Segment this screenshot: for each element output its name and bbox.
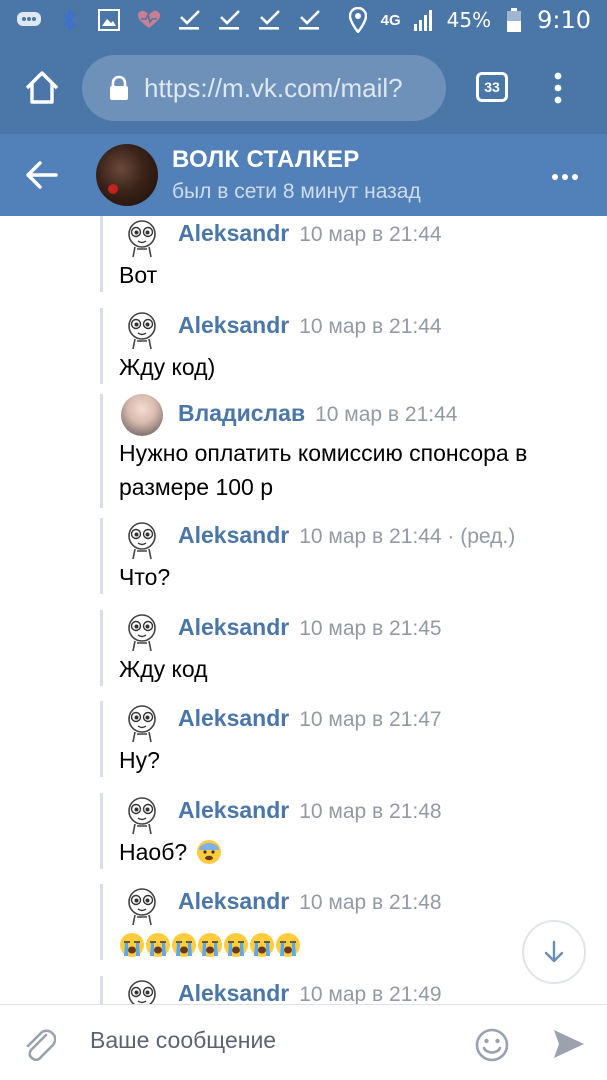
message-text: Жду код [119,656,208,682]
message-time: 10 мар в 21:44 [315,403,458,426]
girl-face-avatar[interactable] [121,394,163,436]
message: Aleksandr 10 мар в 21:44 Вот [100,216,600,292]
author-name[interactable]: Владислав [178,400,305,426]
message-input[interactable]: Ваше сообщение [90,1027,276,1054]
message-text: Нужно оплатить комиссию спонсора в разме… [119,440,528,500]
fearful-face-emoji-icon [196,840,221,864]
message: Aleksandr 10 мар в 21:44 Жду код) [100,308,600,384]
meme-face-avatar[interactable] [121,976,163,1004]
battery-percent: 45% [446,8,492,32]
contact-name[interactable]: ВОЛК СТАЛКЕР [172,146,360,174]
message-time: 10 мар в 21:48 [299,800,442,823]
message-author[interactable]: Владислав 10 мар в 21:44 [178,400,457,427]
check-icon [216,8,242,32]
loudly-crying-face-emoji-icon [146,933,170,957]
url-text: https://m.vk.com/mail? [144,72,403,103]
message: Aleksandr 10 мар в 21:49 [100,976,600,1004]
lock-icon [108,75,130,101]
message-author[interactable]: Aleksandr 10 мар в 21:45 [178,614,442,641]
message-text-content: Наоб? [119,839,188,865]
message-author[interactable]: Aleksandr 10 мар в 21:48 [178,797,442,824]
tabs-button[interactable]: 33 [476,72,508,102]
message-text: Вот [119,262,158,288]
check-icon [176,8,202,32]
network-type: 4G [380,11,401,29]
browser-toolbar: https://m.vk.com/mail? 33 [0,42,607,134]
location-icon [345,7,371,33]
heart-rate-icon [136,8,162,32]
message-time: 10 мар в 21:47 [299,708,442,731]
message-author[interactable]: Aleksandr 10 мар в 21:47 [178,705,442,732]
loudly-crying-face-emoji-icon [250,933,274,957]
message-text: Ну? [119,747,160,773]
author-name[interactable]: Aleksandr [178,220,289,246]
message: Aleksandr 10 мар в 21:45 Жду код [100,610,600,686]
message-author[interactable]: Aleksandr 10 мар в 21:44 [178,312,442,339]
address-bar[interactable]: https://m.vk.com/mail? [82,55,446,121]
message: Aleksandr 10 мар в 21:47 Ну? [100,701,600,777]
bluetooth-icon [56,8,82,32]
author-name[interactable]: Aleksandr [178,980,289,1004]
message-list[interactable]: Aleksandr 10 мар в 21:44 Вот Aleksandr 10 … [0,216,607,1004]
status-bar: 4G 45% 9:10 [0,0,607,42]
check-icon [296,8,322,32]
author-name[interactable]: Aleksandr [178,888,289,914]
meme-face-avatar[interactable] [121,610,163,652]
author-name[interactable]: Aleksandr [178,312,289,338]
loudly-crying-face-emoji-icon [276,933,300,957]
message-time: 10 мар в 21:48 [299,891,442,914]
message-author[interactable]: Aleksandr 10 мар в 21:49 [178,980,442,1004]
author-name[interactable]: Aleksandr [178,614,289,640]
message: Aleksandr 10 мар в 21:44 · (ред.) Что? [100,518,600,594]
meme-face-avatar[interactable] [121,518,163,560]
loudly-crying-face-emoji-icon [224,933,248,957]
clock: 9:10 [537,6,591,34]
emoji-picker-icon[interactable] [474,1027,510,1063]
message-author[interactable]: Aleksandr 10 мар в 21:48 [178,888,442,915]
scroll-down-button[interactable] [522,920,586,984]
arrow-down-icon [544,940,564,963]
chat-header: ВОЛК СТАЛКЕР был в сети 8 минут назад [0,134,607,216]
message-text: Наоб? [119,835,599,869]
meme-face-avatar[interactable] [121,793,163,835]
gallery-icon [96,8,122,32]
send-icon[interactable] [552,1027,586,1061]
signal-icon [411,8,437,32]
home-icon[interactable] [22,68,62,108]
more-options-icon[interactable] [552,174,578,180]
message-author[interactable]: Aleksandr 10 мар в 21:44 · (ред.) [178,522,515,549]
system-indicators: 4G 45% 9:10 [345,6,591,34]
message-text: Жду код) [119,354,216,380]
message-time: 10 мар в 21:44 [299,525,442,548]
meme-face-avatar[interactable] [121,701,163,743]
message-author[interactable]: Aleksandr 10 мар в 21:44 [178,220,442,247]
message-time: 10 мар в 21:44 [299,223,442,246]
loudly-crying-face-emoji-icon [198,933,222,957]
meme-face-avatar[interactable] [121,216,163,258]
message: Владислав 10 мар в 21:44 Нужно оплатить к… [100,394,600,508]
message-text: Что? [119,564,171,590]
author-name[interactable]: Aleksandr [178,522,289,548]
paperclip-icon[interactable] [22,1025,57,1063]
message-time: 10 мар в 21:45 [299,617,442,640]
message: Aleksandr 10 мар в 21:48 Наоб? [100,793,600,869]
chat-bubble-icon [16,8,42,32]
notification-icons [16,8,322,32]
author-name[interactable]: Aleksandr [178,705,289,731]
contact-last-seen: был в сети 8 минут назад [172,180,421,203]
message-time: 10 мар в 21:49 [299,983,442,1004]
meme-face-avatar[interactable] [121,308,163,350]
battery-icon [501,8,527,32]
author-name[interactable]: Aleksandr [178,797,289,823]
check-icon [256,8,282,32]
loudly-crying-face-emoji-icon [172,933,196,957]
meme-face-avatar[interactable] [121,884,163,926]
back-arrow-icon[interactable] [26,160,58,190]
contact-avatar[interactable] [96,144,158,206]
message-composer: Ваше сообщение [0,1004,607,1080]
message-time: 10 мар в 21:44 [299,315,442,338]
loudly-crying-face-emoji-icon [120,933,144,957]
edited-mark: · (ред.) [441,525,516,548]
browser-menu-icon[interactable] [552,70,564,106]
